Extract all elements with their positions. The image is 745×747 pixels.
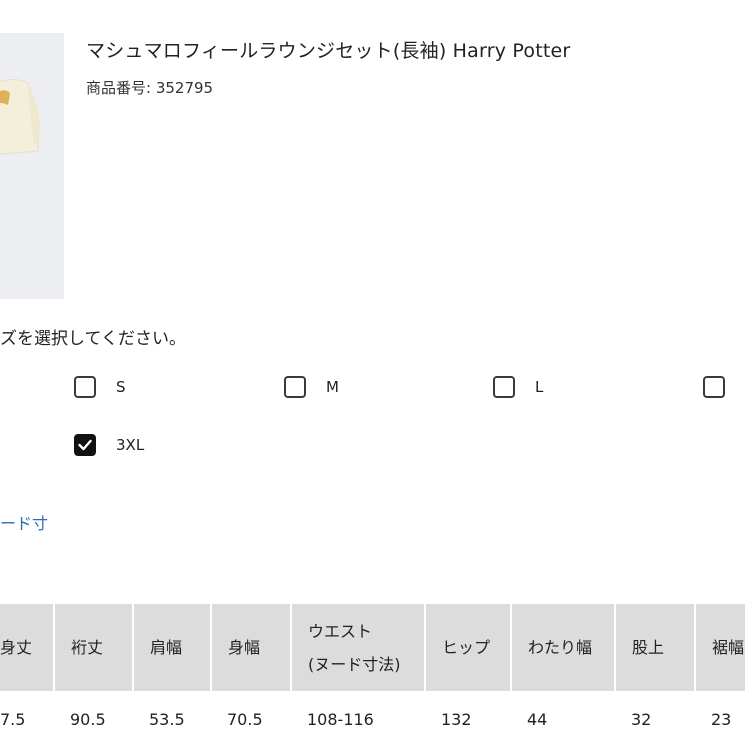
size-option-label: 3XL [116, 436, 145, 454]
size-instruction: ズを選択してください。 [0, 329, 186, 349]
checkbox[interactable] [284, 376, 306, 398]
size-option-3xl[interactable]: 3XL [74, 434, 144, 456]
table-cell: 108-116 [307, 709, 374, 729]
checkbox[interactable] [703, 376, 725, 398]
product-title: マシュマロフィールラウンジセット(長袖) Harry Potter [86, 40, 571, 62]
table-cell: 70.5 [227, 709, 263, 729]
table-header: 股上 [615, 604, 696, 691]
table-cell: 23 [711, 709, 732, 729]
product-code: 商品番号: 352795 [86, 79, 214, 97]
table-cell: 90.5 [70, 709, 106, 729]
size-option-label: S [116, 378, 126, 396]
table-header: 裾幅 [695, 604, 745, 691]
size-option-m[interactable]: M [284, 376, 339, 398]
nude-size-link[interactable]: ード寸 [0, 510, 48, 534]
product-image [0, 33, 64, 299]
size-option-label: M [326, 378, 339, 396]
table-cell: 44 [527, 709, 548, 729]
size-option-label: L [535, 378, 544, 396]
size-option-partial[interactable] [703, 376, 745, 398]
table-header: 身幅 [211, 604, 292, 691]
table-cell: 32 [631, 709, 652, 729]
table-header: 裄丈 [54, 604, 134, 691]
checkmark-icon [78, 439, 92, 451]
table-header: わたり幅 [511, 604, 616, 691]
checkbox-checked[interactable] [74, 434, 96, 456]
checkbox[interactable] [74, 376, 96, 398]
size-table: 身丈 裄丈 肩幅 身幅 ウエスト (ヌード寸法) ヒップ わたり幅 股上 裾幅 … [0, 604, 745, 747]
table-cell: 53.5 [149, 709, 185, 729]
size-option-s[interactable]: S [74, 376, 126, 398]
table-header: 身丈 [0, 604, 55, 691]
table-header: 肩幅 [133, 604, 212, 691]
table-cell: 7.5 [0, 709, 26, 729]
table-header-row: 身丈 裄丈 肩幅 身幅 ウエスト (ヌード寸法) ヒップ わたり幅 股上 裾幅 [0, 604, 745, 691]
checkbox[interactable] [493, 376, 515, 398]
table-row: 7.5 90.5 53.5 70.5 108-116 132 44 32 23 [0, 691, 745, 747]
size-option-l[interactable]: L [493, 376, 543, 398]
table-header: ウエスト (ヌード寸法) [291, 604, 426, 691]
table-cell: 132 [441, 709, 472, 729]
table-header: ヒップ [425, 604, 512, 691]
